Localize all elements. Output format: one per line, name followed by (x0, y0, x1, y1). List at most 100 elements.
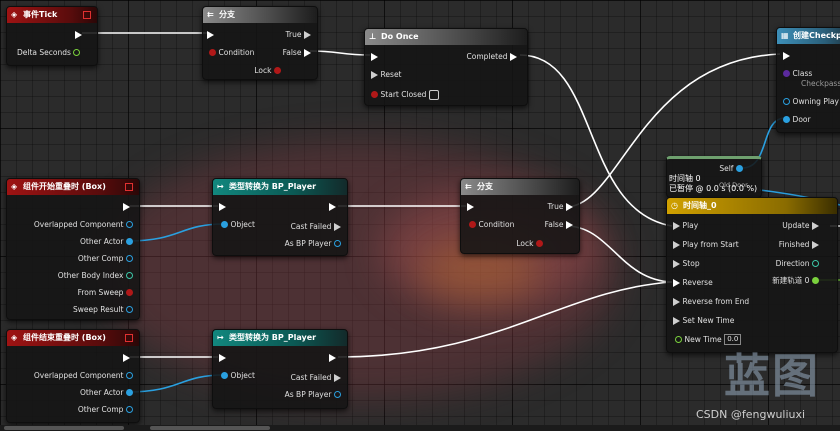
create-checkpoint-node[interactable]: ▦ 创建Checkp Class Checkpass Owning Play D… (776, 27, 840, 133)
overlapped-component-pin[interactable]: Overlapped Component (34, 219, 133, 231)
blueprint-graph-canvas[interactable]: ◈ 事件Tick Delta Seconds ⇇ 分支 True Conditi… (0, 0, 840, 431)
start-closed-checkbox[interactable] (429, 89, 439, 100)
pin-label: Other Actor (80, 388, 124, 397)
self-pin[interactable]: Self (719, 163, 743, 175)
false-pin[interactable]: False (283, 47, 311, 59)
reset-pin[interactable]: Reset (371, 69, 402, 81)
exec-out-pin[interactable] (329, 201, 336, 213)
branch-node-2[interactable]: ⇇ 分支 True Condition False Lock (460, 178, 580, 254)
sweep-result-pin[interactable]: Sweep Result (73, 304, 133, 316)
blueprint-watermark: 蓝图 (724, 349, 820, 403)
pin-label: Reset (380, 70, 402, 79)
branch-icon: ⇇ (207, 10, 214, 19)
end-overlap-event-node[interactable]: ◈ 组件结束重叠时 (Box) Overlapped Component Oth… (6, 329, 140, 423)
reverse-pin[interactable]: Reverse (673, 277, 713, 289)
pin-label: True (547, 202, 564, 211)
exec-in-pin[interactable] (219, 352, 226, 364)
as-bp-player-pin[interactable]: As BP Player (285, 238, 341, 250)
wire-object (127, 223, 225, 242)
as-bp-player-pin[interactable]: As BP Player (285, 389, 341, 401)
lock-pin[interactable]: Lock (516, 238, 543, 250)
false-pin[interactable]: False (545, 219, 573, 231)
exec-in-pin[interactable] (783, 50, 790, 62)
delegate-pin-icon[interactable] (125, 183, 133, 191)
exec-in-pin[interactable] (207, 29, 214, 41)
update-pin[interactable]: Update (782, 220, 819, 232)
end-overlap-header: ◈ 组件结束重叠时 (Box) (7, 330, 139, 346)
play-pin[interactable]: Play (673, 220, 698, 232)
object-pin[interactable]: Object (221, 219, 255, 231)
do-once-icon: ⊥ (369, 32, 377, 41)
condition-pin[interactable]: Condition (469, 219, 514, 231)
begin-overlap-event-node[interactable]: ◈ 组件开始重叠时 (Box) Overlapped Component Oth… (6, 178, 140, 320)
exec-out-pin[interactable] (123, 201, 130, 213)
other-actor-pin[interactable]: Other Actor (80, 387, 133, 399)
timeline-node[interactable]: ◷ 时间轴_0 Play Play from Start Stop Revers… (666, 197, 838, 353)
node-title: 分支 (477, 182, 493, 191)
exec-out-pin[interactable] (123, 352, 130, 364)
pin-label: Lock (254, 66, 272, 75)
wire-exec (337, 281, 673, 358)
play-from-start-pin[interactable]: Play from Start (673, 239, 739, 251)
float-pin-icon (73, 49, 81, 56)
exec-out-pin[interactable] (75, 29, 82, 41)
new-track-0-pin[interactable]: 新建轨道 0 (772, 275, 819, 287)
pin-label: Direction (775, 259, 810, 268)
branch-icon: ⇇ (465, 182, 472, 191)
true-pin[interactable]: True (548, 201, 573, 213)
event-diamond-icon: ◈ (11, 10, 18, 19)
spawn-icon: ▦ (781, 31, 789, 40)
event-tick-node[interactable]: ◈ 事件Tick Delta Seconds (6, 6, 98, 66)
delegate-pin-icon[interactable] (83, 11, 91, 19)
pin-label: Set New Time (682, 316, 735, 325)
other-actor-pin[interactable]: Other Actor (80, 236, 133, 248)
pin-label: Stop (682, 259, 700, 268)
set-new-time-pin[interactable]: Set New Time (673, 315, 734, 327)
owning-player-pin[interactable]: Owning Play (783, 96, 839, 108)
cast-failed-pin[interactable]: Cast Failed (291, 221, 341, 233)
tooltip-line-2: 已暂停 @ 0.0 s (0.0 %) (669, 184, 758, 193)
finished-pin[interactable]: Finished (779, 239, 819, 251)
overlapped-component-pin[interactable]: Overlapped Component (34, 370, 133, 382)
door-pin[interactable]: Door (783, 114, 811, 126)
node-title: 类型转换为 BP_Player (229, 333, 317, 342)
pin-label: Finished (778, 240, 810, 249)
do-once-header: ⊥ Do Once (365, 29, 527, 45)
completed-pin[interactable]: Completed (467, 51, 517, 63)
pin-label: Owning Play (792, 97, 839, 106)
pin-label: Reverse from End (682, 297, 750, 306)
cast-icon: ↦ (217, 333, 224, 342)
lock-pin[interactable]: Lock (254, 65, 281, 77)
pin-label: Update (782, 221, 810, 230)
exec-in-pin[interactable] (467, 201, 474, 213)
object-pin[interactable]: Object (221, 370, 255, 382)
delta-seconds-pin[interactable]: Delta Seconds (17, 47, 81, 59)
direction-pin[interactable]: Direction (776, 258, 819, 270)
cast-to-player-node-2[interactable]: ↦ 类型转换为 BP_Player Object Cast Failed As … (212, 329, 348, 409)
cast-icon: ↦ (217, 182, 224, 191)
stop-pin[interactable]: Stop (673, 258, 700, 270)
other-body-index-pin[interactable]: Other Body Index (58, 270, 133, 282)
start-closed-pin[interactable]: Start Closed (371, 89, 439, 101)
graph-horizontal-scrollbar[interactable] (0, 425, 840, 431)
exec-in-pin[interactable] (219, 201, 226, 213)
pin-label: As BP Player (284, 239, 332, 248)
do-once-node[interactable]: ⊥ Do Once Completed Reset Start Closed (364, 28, 528, 106)
class-value[interactable]: Checkpass (801, 78, 840, 90)
branch-header: ⇇ 分支 (461, 179, 579, 195)
node-title: 创建Checkp (793, 31, 840, 40)
cast-failed-pin[interactable]: Cast Failed (291, 372, 341, 384)
other-comp-pin[interactable]: Other Comp (78, 404, 133, 416)
condition-pin[interactable]: Condition (209, 47, 254, 59)
cast-to-player-node-1[interactable]: ↦ 类型转换为 BP_Player Object Cast Failed As … (212, 178, 348, 256)
reverse-from-end-pin[interactable]: Reverse from End (673, 296, 749, 308)
exec-out-pin[interactable] (329, 352, 336, 364)
create-node-header: ▦ 创建Checkp (777, 28, 840, 44)
pin-label: False (544, 220, 564, 229)
true-pin[interactable]: True (286, 29, 311, 41)
branch-node-1[interactable]: ⇇ 分支 True Condition False Lock (202, 6, 318, 80)
other-comp-pin[interactable]: Other Comp (78, 253, 133, 265)
exec-in-pin[interactable] (371, 51, 378, 63)
from-sweep-pin[interactable]: From Sweep (78, 287, 133, 299)
delegate-pin-icon[interactable] (125, 334, 133, 342)
